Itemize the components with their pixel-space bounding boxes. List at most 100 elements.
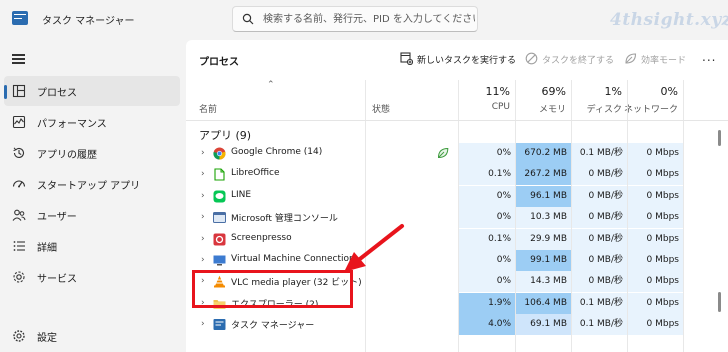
task-manager-icon (213, 318, 226, 331)
process-name: LibreOffice (231, 168, 280, 179)
header-divider (186, 120, 728, 121)
cell-cpu: 0% (459, 143, 515, 164)
app-title: タスク マネージャー (42, 16, 135, 27)
chevron-right-icon[interactable]: › (201, 255, 205, 265)
details-icon (13, 241, 25, 251)
column-header-name[interactable]: 名前 (199, 102, 217, 115)
network-total-percent: 0% (660, 85, 678, 98)
cell-disk: 0 MB/秒 (572, 164, 627, 186)
column-header-cpu[interactable]: CPU (456, 102, 510, 112)
title-bar: タスク マネージャー 4thsight.xyz (0, 0, 728, 40)
more-options-button[interactable]: ... (702, 50, 716, 64)
efficiency-mode-label: 効率モード (641, 56, 687, 66)
cell-disk: 0 MB/秒 (572, 207, 627, 229)
watermark: 4thsight.xyz (610, 10, 728, 30)
line-icon (213, 190, 226, 203)
sidebar-item-startup[interactable]: スタートアップ アプリ (4, 169, 180, 199)
table-row[interactable]: › LibreOffice 0.1% 267.2 MB 0 MB/秒 0 Mbps (186, 164, 716, 186)
cpu-total-percent: 11% (485, 85, 510, 98)
cell-network: 0 Mbps (628, 164, 683, 186)
cell-memory: 14.3 MB (516, 271, 571, 293)
sidebar-item-app-history[interactable]: アプリの履歴 (4, 138, 180, 168)
table-row[interactable]: › Microsoft 管理コンソール 0% 10.3 MB 0 MB/秒 0 Mbps (186, 207, 716, 229)
chevron-right-icon[interactable]: › (201, 212, 205, 222)
new-task-icon (400, 52, 413, 65)
table-row[interactable]: › Virtual Machine Connection 0% 99.1 MB 0 MB… (186, 250, 716, 271)
cell-cpu: 1.9% (459, 292, 515, 314)
screenpresso-icon (213, 233, 226, 246)
libreoffice-icon (213, 168, 226, 181)
table-row[interactable]: › タスク マネージャー 4.0% 69.1 MB 0.1 MB/秒 0 Mbps (186, 314, 716, 336)
startup-icon (12, 180, 26, 188)
cell-disk: 0 MB/秒 (572, 185, 627, 207)
process-name: LINE (231, 189, 252, 200)
sidebar-item-label: パフォーマンス (37, 119, 107, 130)
hamburger-menu-icon[interactable] (8, 48, 32, 70)
sidebar-item-label: アプリの履歴 (37, 150, 97, 161)
cell-cpu: 0.1% (459, 228, 515, 250)
table-row[interactable]: › Screenpresso 0.1% 29.9 MB 0 MB/秒 0 Mbps (186, 228, 716, 250)
scrollbar-thumb[interactable] (718, 130, 721, 146)
cell-disk: 0 MB/秒 (572, 228, 627, 250)
sidebar-item-details[interactable]: 詳細 (4, 231, 180, 261)
services-icon (13, 271, 25, 283)
sidebar-item-users[interactable]: ユーザー (4, 200, 180, 230)
cell-memory: 267.2 MB (516, 164, 571, 186)
page-title: プロセス (199, 57, 239, 68)
sidebar-item-performance[interactable]: パフォーマンス (4, 107, 180, 137)
sidebar: プロセス パフォーマンス アプリの履歴 スタートアップ アプリ ユーザー 詳細 … (0, 40, 184, 352)
chevron-right-icon[interactable]: › (201, 169, 205, 179)
column-header-network[interactable]: ネットワーク (624, 102, 678, 115)
end-task-icon (525, 52, 538, 65)
column-header-memory[interactable]: メモリ (516, 102, 566, 115)
group-title-apps: アプリ (9) (199, 129, 252, 142)
scrollbar-thumb-lower[interactable] (718, 292, 721, 312)
cell-memory: 96.1 MB (516, 185, 571, 207)
processes-icon (12, 84, 26, 98)
chevron-right-icon[interactable]: › (201, 191, 205, 201)
table-row[interactable]: › Google Chrome (14) 0% 670.2 MB 0.1 MB/秒 0 M… (186, 143, 716, 164)
cell-memory: 69.1 MB (516, 314, 571, 336)
cell-cpu: 0% (459, 250, 515, 271)
cell-cpu: 0% (459, 185, 515, 207)
cell-cpu: 4.0% (459, 314, 515, 336)
search-box[interactable] (232, 6, 478, 32)
cell-memory: 670.2 MB (516, 143, 571, 164)
disk-total-percent: 1% (604, 85, 622, 98)
process-name: Microsoft 管理コンソール (231, 214, 338, 225)
cell-network: 0 Mbps (628, 250, 683, 271)
cell-network: 0 Mbps (628, 207, 683, 229)
process-name: Virtual Machine Connection (231, 254, 355, 264)
gear-icon (13, 330, 25, 342)
table-row[interactable]: › LINE 0% 96.1 MB 0 MB/秒 0 Mbps (186, 185, 716, 207)
annotation-arrow-icon (344, 224, 404, 272)
search-input[interactable] (263, 7, 475, 31)
end-task-label: タスクを終了する (542, 56, 615, 66)
column-header-status[interactable]: 状態 (372, 102, 390, 115)
sidebar-item-processes[interactable]: プロセス (4, 76, 180, 106)
sidebar-item-label: プロセス (37, 88, 77, 99)
efficiency-leaf-icon (437, 147, 449, 159)
chevron-right-icon[interactable]: › (201, 319, 205, 329)
performance-icon (12, 115, 26, 129)
cell-memory: 106.4 MB (516, 292, 571, 314)
cell-cpu: 0% (459, 271, 515, 293)
sidebar-item-services[interactable]: サービス (4, 262, 180, 292)
cell-disk: 0.1 MB/秒 (572, 292, 627, 314)
chevron-right-icon[interactable]: › (201, 148, 205, 158)
column-header-disk[interactable]: ディスク (572, 102, 622, 115)
process-name: Screenpresso (231, 232, 292, 243)
cell-network: 0 Mbps (628, 185, 683, 207)
users-icon (12, 209, 26, 221)
cell-disk: 0.1 MB/秒 (572, 314, 627, 336)
sidebar-item-settings[interactable]: 設定 (4, 321, 180, 351)
annotation-highlight-box (192, 270, 353, 308)
toolbar: プロセス 新しいタスクを実行する タスクを終了する 効率モード ... (186, 40, 728, 80)
vm-icon (213, 254, 226, 267)
process-name: Google Chrome (14) (231, 147, 323, 157)
cell-network: 0 Mbps (628, 271, 683, 293)
sort-ascending-icon[interactable]: ⌃ (267, 80, 275, 90)
search-icon (242, 13, 254, 25)
chevron-right-icon[interactable]: › (201, 234, 205, 244)
cell-network: 0 Mbps (628, 228, 683, 250)
